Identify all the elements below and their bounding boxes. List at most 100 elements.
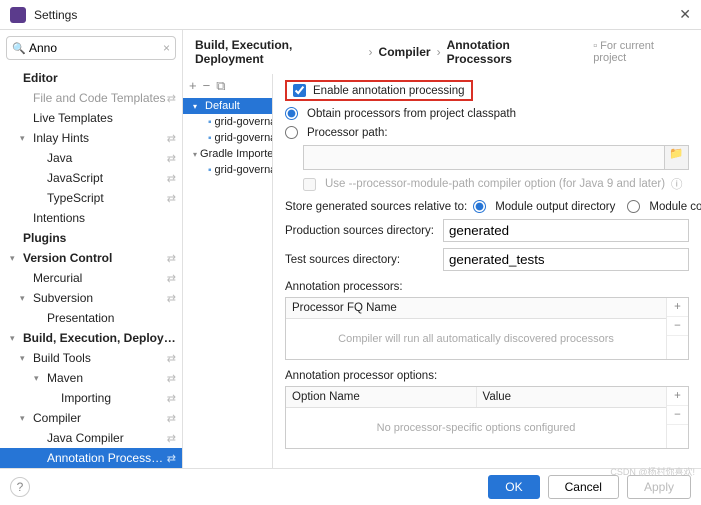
sidebar-item[interactable]: Importing⇄ bbox=[0, 388, 182, 408]
browse-icon[interactable]: 📁 bbox=[665, 145, 689, 170]
module-output-radio[interactable] bbox=[473, 200, 486, 213]
options-section-label: Annotation processor options: bbox=[285, 370, 689, 382]
enable-annotation-label: Enable annotation processing bbox=[313, 85, 465, 97]
options-empty: No processor-specific options configured bbox=[286, 408, 666, 448]
watermark: CSDN @杨村你喜欢! bbox=[610, 465, 695, 478]
clear-icon[interactable]: × bbox=[163, 41, 170, 55]
sidebar-item[interactable]: ▾Compiler⇄ bbox=[0, 408, 182, 428]
sidebar-item[interactable]: JavaScript⇄ bbox=[0, 168, 182, 188]
profile-item[interactable]: ▪grid-governa bbox=[183, 162, 272, 178]
toggle-icon[interactable]: ⇄ bbox=[167, 372, 176, 385]
opt-value-header: Value bbox=[477, 387, 667, 407]
remove-option-icon[interactable]: − bbox=[667, 406, 688, 425]
remove-processor-icon[interactable]: − bbox=[667, 317, 688, 336]
enable-annotation-checkbox[interactable] bbox=[293, 84, 306, 97]
module-icon: ▪ bbox=[208, 165, 212, 176]
profile-item[interactable]: ▾Default bbox=[183, 98, 272, 114]
sidebar-item-label: Compiler bbox=[33, 411, 167, 425]
toggle-icon[interactable]: ⇄ bbox=[167, 452, 176, 465]
sidebar-item[interactable]: Presentation bbox=[0, 308, 182, 328]
sidebar-item[interactable]: Plugins bbox=[0, 228, 182, 248]
toggle-icon[interactable]: ⇄ bbox=[167, 352, 176, 365]
processors-table: Processor FQ Name Compiler will run all … bbox=[285, 297, 689, 360]
sidebar-item[interactable]: Java⇄ bbox=[0, 148, 182, 168]
toggle-icon[interactable]: ⇄ bbox=[167, 432, 176, 445]
processor-path-radio[interactable] bbox=[285, 126, 298, 139]
toggle-icon[interactable]: ⇄ bbox=[167, 132, 176, 145]
add-profile-icon[interactable]: + bbox=[189, 78, 197, 94]
sidebar-item-label: Build, Execution, Deployment bbox=[23, 331, 176, 345]
profile-label: Default bbox=[205, 100, 240, 112]
options-table: Option Name Value No processor-specific … bbox=[285, 386, 689, 449]
scope-tag: ▫ For current project bbox=[593, 40, 689, 64]
sidebar-item-label: File and Code Templates bbox=[33, 91, 167, 105]
sidebar-item[interactable]: TypeScript⇄ bbox=[0, 188, 182, 208]
sidebar-item[interactable]: Java Compiler⇄ bbox=[0, 428, 182, 448]
test-dir-label: Test sources directory: bbox=[285, 254, 435, 266]
add-option-icon[interactable]: + bbox=[667, 387, 688, 406]
help-button[interactable]: ? bbox=[10, 477, 30, 497]
profile-item[interactable]: ▾Gradle Imported bbox=[183, 146, 272, 162]
sidebar-item-label: Subversion bbox=[33, 291, 167, 305]
chevron-icon: ▾ bbox=[10, 253, 20, 264]
sidebar-item[interactable]: Intentions bbox=[0, 208, 182, 228]
profile-item[interactable]: ▪grid-governa bbox=[183, 114, 272, 130]
help-icon[interactable]: ⓘ bbox=[671, 176, 683, 192]
processor-path-input[interactable] bbox=[303, 145, 665, 170]
test-dir-input[interactable] bbox=[443, 248, 689, 271]
search-input[interactable] bbox=[6, 36, 176, 60]
proc-fq-header: Processor FQ Name bbox=[286, 298, 666, 318]
toggle-icon[interactable]: ⇄ bbox=[167, 192, 176, 205]
toggle-icon[interactable]: ⇄ bbox=[167, 92, 176, 105]
sidebar-item-label: TypeScript bbox=[47, 191, 167, 205]
toggle-icon[interactable]: ⇄ bbox=[167, 172, 176, 185]
sidebar-item-label: Annotation Processors bbox=[47, 451, 167, 465]
remove-profile-icon[interactable]: − bbox=[203, 78, 211, 94]
chevron-icon: ▾ bbox=[193, 150, 197, 159]
toggle-icon[interactable]: ⇄ bbox=[167, 152, 176, 165]
close-icon[interactable]: ✕ bbox=[679, 6, 691, 23]
sidebar-item-label: Java Compiler bbox=[47, 431, 167, 445]
prod-dir-input[interactable] bbox=[443, 219, 689, 242]
sidebar-item[interactable]: ▾Build, Execution, Deployment bbox=[0, 328, 182, 348]
breadcrumb-part[interactable]: Build, Execution, Deployment bbox=[195, 38, 363, 66]
breadcrumb-part[interactable]: Annotation Processors bbox=[447, 38, 578, 66]
obtain-classpath-radio[interactable] bbox=[285, 107, 298, 120]
window-title: Settings bbox=[34, 8, 679, 22]
processors-empty: Compiler will run all automatically disc… bbox=[286, 319, 666, 359]
titlebar: Settings ✕ bbox=[0, 0, 701, 30]
footer: ? OK Cancel Apply bbox=[0, 468, 701, 505]
sidebar-item[interactable]: Live Templates bbox=[0, 108, 182, 128]
module-icon: ▪ bbox=[208, 133, 212, 144]
apply-button[interactable]: Apply bbox=[627, 475, 691, 499]
toggle-icon[interactable]: ⇄ bbox=[167, 252, 176, 265]
cancel-button[interactable]: Cancel bbox=[548, 475, 619, 499]
toggle-icon[interactable]: ⇄ bbox=[167, 272, 176, 285]
profile-label: grid-governa bbox=[215, 132, 272, 144]
toggle-icon[interactable]: ⇄ bbox=[167, 392, 176, 405]
chevron-icon: ▾ bbox=[20, 353, 30, 364]
toggle-icon[interactable]: ⇄ bbox=[167, 292, 176, 305]
ok-button[interactable]: OK bbox=[488, 475, 539, 499]
search-wrap: 🔍 × bbox=[0, 30, 182, 66]
copy-profile-icon[interactable]: ⧉ bbox=[216, 78, 225, 94]
toggle-icon[interactable]: ⇄ bbox=[167, 412, 176, 425]
sidebar-item[interactable]: ▾Build Tools⇄ bbox=[0, 348, 182, 368]
sidebar-item[interactable]: File and Code Templates⇄ bbox=[0, 88, 182, 108]
sidebar-item[interactable]: ▾Maven⇄ bbox=[0, 368, 182, 388]
breadcrumb-part[interactable]: Compiler bbox=[379, 45, 431, 59]
sidebar-item-label: Presentation bbox=[47, 311, 176, 325]
sidebar-item[interactable]: Editor bbox=[0, 68, 182, 88]
profile-item[interactable]: ▪grid-governa bbox=[183, 130, 272, 146]
sidebar-item[interactable]: ▾Inlay Hints⇄ bbox=[0, 128, 182, 148]
sidebar-item[interactable]: Annotation Processors⇄ bbox=[0, 448, 182, 468]
sidebar-item[interactable]: ▾Subversion⇄ bbox=[0, 288, 182, 308]
profile-label: grid-governa bbox=[215, 116, 272, 128]
module-path-label: Use --processor-module-path compiler opt… bbox=[325, 178, 665, 190]
module-content-radio[interactable] bbox=[627, 200, 640, 213]
store-relative-label: Store generated sources relative to: bbox=[285, 201, 467, 213]
sidebar-item[interactable]: ▾Version Control⇄ bbox=[0, 248, 182, 268]
module-content-label: Module content root bbox=[649, 201, 701, 213]
add-processor-icon[interactable]: + bbox=[667, 298, 688, 317]
sidebar-item[interactable]: Mercurial⇄ bbox=[0, 268, 182, 288]
